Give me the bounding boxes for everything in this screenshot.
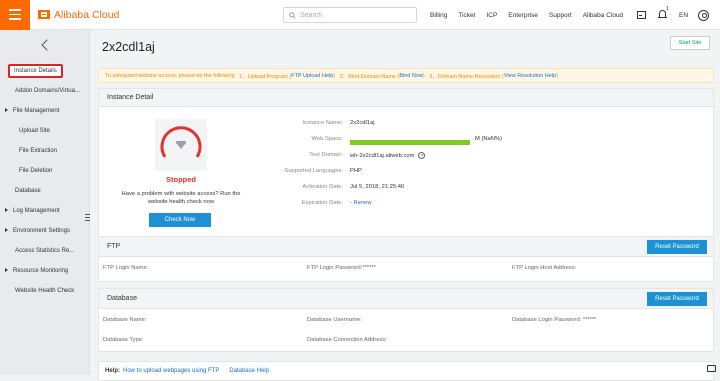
notification-count: 1 [666,6,669,12]
hamburger-menu-button[interactable] [0,0,30,30]
instance-detail-heading: Instance Detail [99,89,713,107]
web-space-usage-bar [350,140,470,145]
expand-triangle-icon [5,268,8,273]
sidebar-item-website-health-check[interactable]: Website Health Check [15,288,74,294]
status-gauge-icon [155,119,207,171]
sidebar-item-log-management[interactable]: Log Management [5,208,60,214]
sidebar-item-access-statistics[interactable]: Access Statistics Re... [15,248,74,254]
sidebar-item-database[interactable]: Database [15,188,41,194]
ftp-login-name: FTP Login Name: [103,265,149,271]
sidebar: Instance Details Addon Domains/Virtua...… [0,30,90,375]
database-username: Database Username: [307,317,362,323]
database-reset-password-button[interactable]: Reset Password [647,292,707,306]
check-now-button[interactable]: Check Now [149,213,211,227]
ftp-login-host: FTP Login Host Address: [512,265,577,271]
nav-billing[interactable]: Billing [430,12,447,19]
ftp-heading: FTP [99,237,713,257]
supported-languages-label: Supported Languages: [284,168,343,174]
chevron-left-icon [40,39,53,51]
expand-triangle-icon [5,208,8,213]
sidebar-item-resource-monitoring[interactable]: Resource Monitoring [5,268,68,274]
view-resolution-help-link[interactable]: View Resolution Help [504,73,556,79]
renew-link[interactable]: - Renew [350,200,372,206]
activation-date-value: Jul 5, 2018, 21:25:40 [350,184,405,190]
supported-languages-value: PHP [350,168,362,174]
chat-icon[interactable] [707,365,716,372]
notice-banner: To safeguard website access, please do t… [98,68,714,83]
database-name: Database Name: [103,317,147,323]
instance-detail-panel: Instance Detail Stopped Have a problem w… [98,88,714,254]
nav-ticket[interactable]: Ticket [458,12,475,19]
ftp-panel: FTP Reset Password FTP Login Name: FTP L… [98,236,714,282]
search-icon [289,11,296,19]
sidebar-item-file-management[interactable]: File Management [5,108,59,114]
help-bar: Help: How to upload webpages using FTP D… [98,361,716,381]
web-space-value: M (NaN%) [475,136,503,142]
top-bar: Alibaba Cloud Billing Ticket ICP Enterpr… [0,0,720,30]
main-content: 2x2cdl1aj Start Site To safeguard websit… [90,30,720,381]
sidebar-item-instance-details[interactable]: Instance Details [14,68,57,74]
sidebar-item-file-deletion[interactable]: File Deletion [19,168,52,174]
sidebar-item-addon-domains[interactable]: Addon Domains/Virtua... [15,88,80,94]
page-title: 2x2cdl1aj [102,40,155,54]
sidebar-item-upload-site[interactable]: Upload Site [19,128,50,134]
start-site-button[interactable]: Start Site [670,36,710,50]
help-question-icon[interactable]: ? [418,152,426,159]
database-login-password: Database Login Password: ****** [512,317,597,323]
ftp-reset-password-button[interactable]: Reset Password [647,240,707,254]
header-icons: 1 EN [637,0,710,30]
brand-logo[interactable]: Alibaba Cloud [38,9,119,21]
alibaba-logo-icon [38,10,50,19]
ftp-upload-help-link[interactable]: How to upload webpages using FTP [123,368,219,374]
database-panel: Database Reset Password Database Name: D… [98,288,714,352]
terminal-icon[interactable] [637,11,646,19]
database-connection-address: Database Connection Address: [307,337,387,343]
search-input[interactable] [300,11,410,19]
test-domain-label: Test Domain: [309,152,343,158]
test-domain-value: wh-2x2cdl1aj.aliweb.com? [350,152,426,159]
instance-name-label: Instance Name: [302,120,343,126]
sidebar-item-file-extraction[interactable]: File Extraction [19,148,57,154]
database-heading: Database [99,289,713,309]
status-text: Stopped [166,175,196,184]
language-switch[interactable]: EN [679,12,688,19]
ftp-upload-help-link[interactable]: FTP Upload Help [291,73,333,79]
top-nav: Billing Ticket ICP Enterprise Support Al… [430,0,634,30]
database-help-link[interactable]: Database Help [229,368,269,374]
sidebar-collapse-button[interactable] [0,30,90,60]
nav-enterprise[interactable]: Enterprise [508,12,538,19]
brand-name: Alibaba Cloud [54,8,120,21]
expiration-date-label: Expiration Date: [301,200,343,206]
bind-now-link[interactable]: Bind Now [399,73,423,79]
nav-support[interactable]: Support [549,12,572,19]
search-box[interactable] [283,7,417,23]
nav-icp[interactable]: ICP [486,12,497,19]
instance-name-value: 2x2cdl1aj [350,120,375,126]
user-avatar-icon[interactable] [698,9,710,21]
activation-date-label: Activation Date: [302,184,343,190]
expand-triangle-icon [5,108,8,113]
ftp-login-password: FTP Login Password:****** [307,265,376,271]
notification-bell-icon[interactable]: 1 [658,6,669,20]
web-space-label: Web Space: [311,136,343,142]
database-type: Database Type: [103,337,144,343]
nav-alibaba-cloud[interactable]: Alibaba Cloud [583,12,623,19]
help-label: Help: [105,368,120,374]
expand-triangle-icon [5,228,8,233]
sidebar-item-environment-settings[interactable]: Environment Settings [5,228,70,234]
